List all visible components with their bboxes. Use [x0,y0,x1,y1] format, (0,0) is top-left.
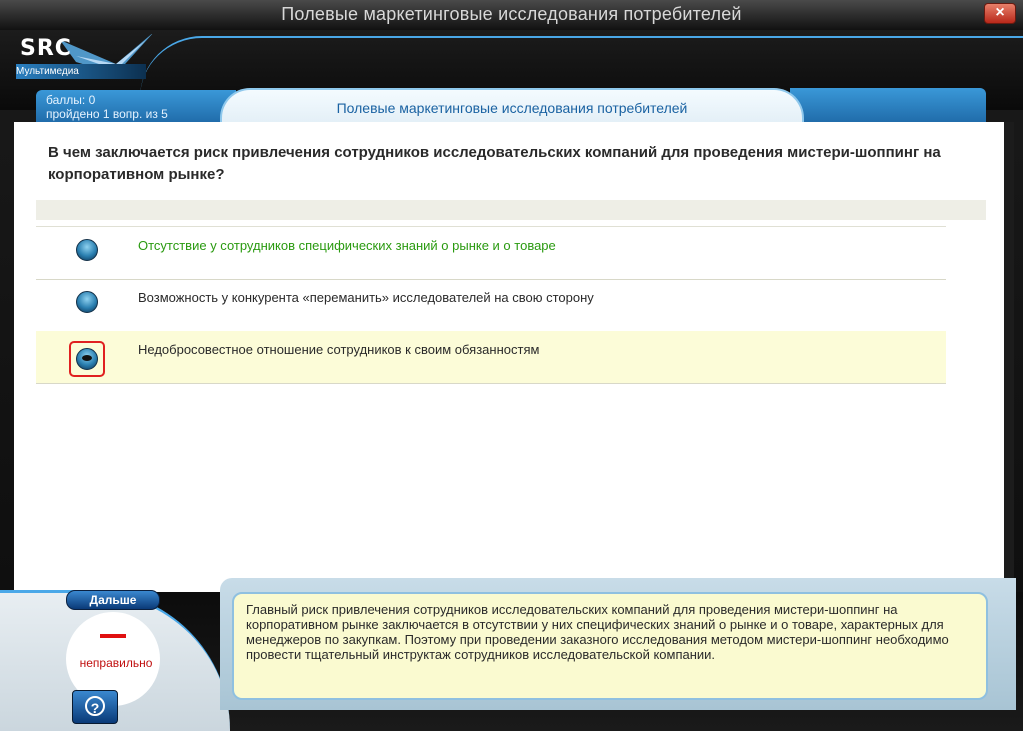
answer-option-1[interactable]: Отсутствие у сотрудников специфических з… [36,226,946,280]
question-divider [36,200,986,220]
answer-text-2: Возможность у конкурента «переманить» ис… [138,290,594,305]
score-text: баллы: 0 [46,93,96,107]
feedback-box: Главный риск привлечения сотрудников исс… [232,592,988,700]
next-button[interactable]: Дальше [66,590,160,610]
question-text: В чем заключается риск привлечения сотру… [48,144,941,183]
logo-brand: SRC [20,36,72,61]
answer-option-2[interactable]: Возможность у конкурента «переманить» ис… [36,279,946,332]
radio-dot-icon [82,355,92,361]
topic-tab: Полевые маркетинговые исследования потре… [220,88,804,126]
close-icon: × [995,4,1005,21]
progress-text: пройдено 1 вопр. из 5 [46,107,168,121]
answer-text-3: Недобросовестное отношение сотрудников к… [138,342,540,357]
feedback-text: Главный риск привлечения сотрудников исс… [246,602,949,662]
answer-text-1: Отсутствие у сотрудников специфических з… [138,238,556,253]
wrong-mark-icon [100,634,126,638]
score-panel: баллы: 0 пройдено 1 вопр. из 5 [36,90,236,124]
radio-button-selected[interactable] [76,348,98,370]
help-button[interactable]: ? [72,690,118,724]
selected-radio-highlight [69,341,105,377]
topic-title: Полевые маркетинговые исследования потре… [336,100,688,116]
header-right-cap [790,88,986,124]
radio-button[interactable] [76,291,98,313]
question-panel: В чем заключается риск привлечения сотру… [14,122,1004,592]
help-icon: ? [85,696,105,716]
logo: SRC Мультимедиа [16,34,156,80]
close-button[interactable]: × [984,3,1016,24]
title-bar: Полевые маркетинговые исследования потре… [0,0,1023,30]
app-window: Полевые маркетинговые исследования потре… [0,0,1023,731]
window-title: Полевые маркетинговые исследования потре… [281,4,742,24]
right-edge [1004,122,1014,592]
logo-subtitle: Мультимедиа [16,66,79,77]
answer-option-3[interactable]: Недобросовестное отношение сотрудников к… [36,331,946,384]
result-label: неправильно [79,656,153,670]
radio-button[interactable] [76,239,98,261]
